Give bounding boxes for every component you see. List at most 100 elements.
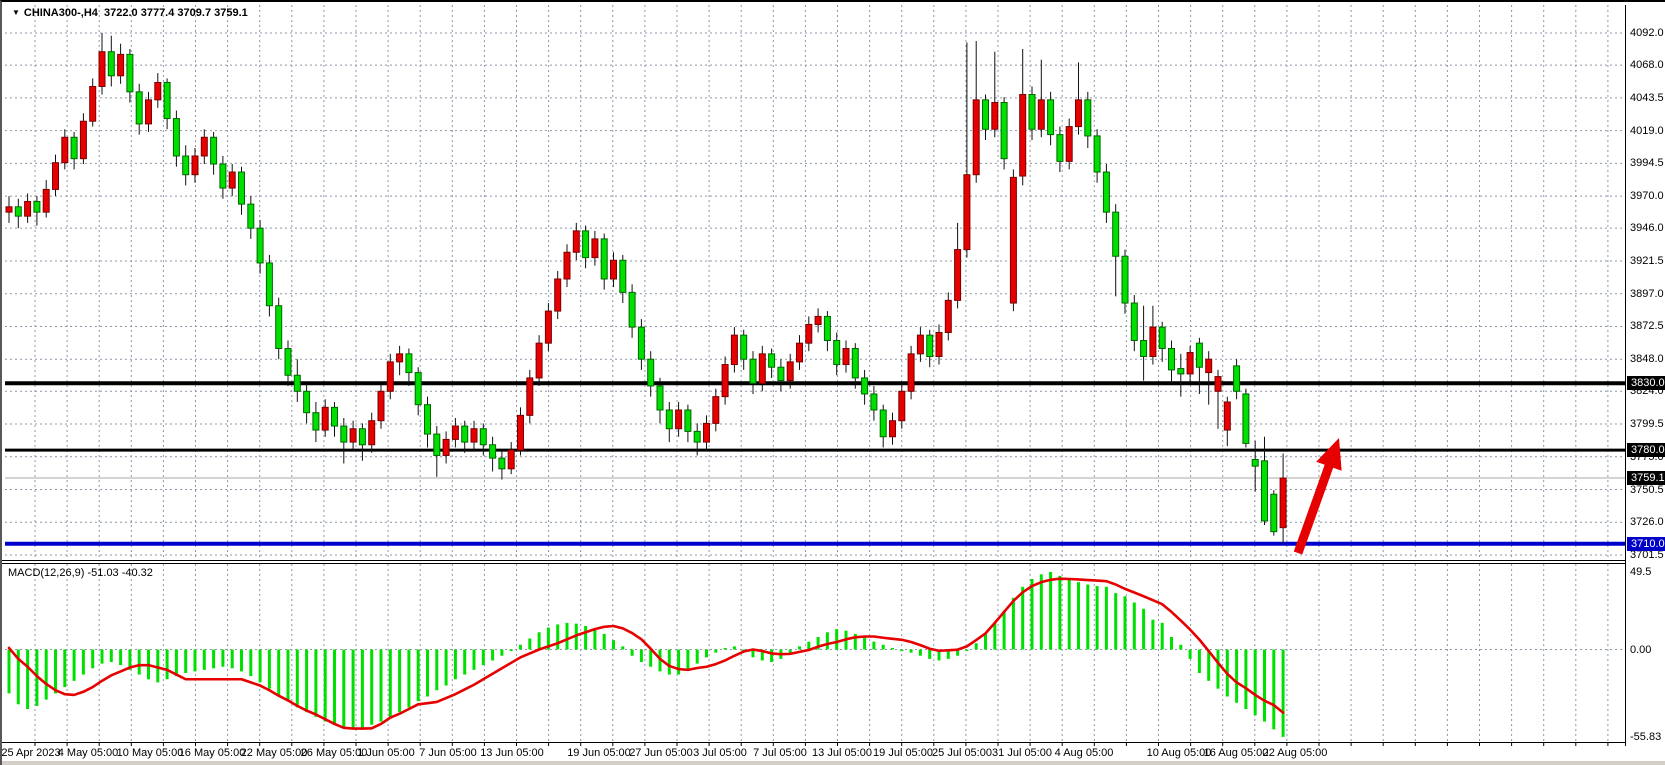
- macd-histogram-bar: [1086, 584, 1089, 649]
- macd-histogram-bar: [110, 650, 113, 663]
- candle-body: [638, 327, 644, 359]
- candle-body: [359, 429, 365, 445]
- macd-histogram-bar: [668, 650, 671, 675]
- candle-body: [406, 354, 412, 373]
- chart-title: ▼CHINA300-,H4 3722.0 3777.4 3709.7 3759.…: [12, 7, 248, 19]
- symbol-dropdown-icon[interactable]: ▼: [12, 8, 20, 17]
- candle-body: [945, 300, 951, 332]
- candle-body: [899, 391, 905, 420]
- macd-histogram-bar: [631, 650, 634, 656]
- macd-histogram-bar: [1114, 593, 1117, 649]
- macd-histogram-bar: [1235, 650, 1238, 703]
- candle-body: [620, 260, 626, 292]
- candle-body: [34, 201, 40, 212]
- macd-histogram-bar: [1133, 603, 1136, 650]
- macd-histogram-bar: [473, 650, 476, 670]
- candle-body: [797, 343, 803, 362]
- candle-body: [936, 332, 942, 356]
- price-line-label: 3780.0: [1627, 443, 1665, 457]
- macd-histogram-bar: [872, 642, 875, 650]
- candle-body: [601, 239, 607, 279]
- candle-body: [862, 378, 868, 394]
- time-axis-label: 3 Jul 05:00: [693, 747, 747, 759]
- macd-histogram-bar: [1254, 650, 1257, 716]
- macd-histogram-bar: [119, 650, 122, 666]
- macd-histogram-bar: [426, 650, 429, 697]
- candle-body: [1066, 127, 1072, 162]
- macd-histogram-bar: [928, 650, 931, 659]
- candle-body: [1252, 459, 1258, 466]
- candle-body: [304, 391, 310, 412]
- time-axis-label: 25 Jul 05:00: [932, 747, 992, 759]
- candle-body: [462, 426, 468, 442]
- annotation-arrow-shaft[interactable]: [1298, 461, 1331, 553]
- candle-body: [1141, 340, 1147, 356]
- candle-body: [1150, 327, 1156, 356]
- macd-histogram-bar: [101, 650, 104, 664]
- candle-body: [908, 354, 914, 391]
- macd-histogram-bar: [352, 650, 355, 730]
- macd-histogram-bar: [621, 646, 624, 649]
- macd-histogram-bar: [640, 650, 643, 663]
- macd-histogram-bar: [686, 650, 689, 670]
- candle-body: [1271, 494, 1277, 531]
- macd-histogram-bar: [166, 650, 169, 680]
- candle-body: [369, 421, 375, 445]
- candle-body: [378, 391, 384, 420]
- candle-body: [992, 103, 998, 130]
- candle-body: [1038, 100, 1044, 129]
- candle-body: [490, 445, 496, 458]
- time-axis-label: 7 Jul 05:00: [753, 747, 807, 759]
- macd-histogram-bar: [510, 650, 513, 652]
- macd-histogram-bar: [528, 639, 531, 650]
- macd-histogram-bar: [891, 648, 894, 650]
- candle-body: [471, 429, 477, 442]
- price-axis-label: 3726.0: [1630, 515, 1664, 529]
- macd-histogram-bar: [221, 650, 224, 667]
- annotation-arrow-head[interactable]: [1316, 438, 1341, 471]
- candle-body: [332, 407, 338, 426]
- candle-body: [397, 354, 403, 362]
- macd-histogram-bar: [305, 650, 308, 713]
- macd-name: MACD(12,26,9): [8, 567, 84, 579]
- candle-body: [676, 410, 682, 429]
- macd-histogram-bar: [194, 650, 197, 672]
- candle-body: [871, 394, 877, 410]
- time-axis-label: 25 Apr 2023: [1, 747, 60, 759]
- macd-signal-line: [9, 579, 1283, 729]
- candle-body: [425, 405, 431, 434]
- candlestick-macd-chart[interactable]: [2, 2, 1665, 765]
- candle-body: [322, 407, 328, 430]
- candle-body: [43, 189, 49, 212]
- candle-body: [824, 316, 830, 340]
- macd-histogram-bar: [296, 650, 299, 708]
- macd-histogram-bar: [287, 650, 290, 702]
- candle-body: [1029, 94, 1035, 129]
- macd-axis-label: -55.83: [1630, 730, 1661, 744]
- candle-body: [657, 386, 663, 410]
- candle-body: [90, 86, 96, 121]
- macd-indicator-label: MACD(12,26,9) -51.03 -40.32: [8, 567, 153, 579]
- candle-body: [1010, 177, 1016, 303]
- candle-body: [1122, 256, 1128, 303]
- price-axis-label: 3799.5: [1630, 417, 1664, 431]
- time-axis-label: 19 Jun 05:00: [567, 747, 631, 759]
- candle-body: [917, 335, 923, 354]
- price-axis-label: 3897.0: [1630, 287, 1664, 301]
- candle-body: [239, 172, 245, 204]
- candle-body: [285, 349, 291, 376]
- candle-body: [1131, 303, 1137, 340]
- candle-body: [815, 316, 821, 324]
- candle-body: [769, 354, 775, 367]
- macd-histogram-bar: [984, 634, 987, 650]
- candle-body: [731, 335, 737, 364]
- candle-body: [750, 359, 756, 383]
- macd-histogram-bar: [26, 650, 29, 710]
- candle-body: [294, 375, 300, 391]
- candle-body: [248, 204, 254, 228]
- macd-axis-label: 49.5: [1630, 565, 1651, 579]
- macd-histogram-bar: [770, 650, 773, 663]
- macd-histogram-bar: [965, 650, 968, 652]
- candle-body: [852, 349, 858, 378]
- macd-histogram-bar: [566, 623, 569, 650]
